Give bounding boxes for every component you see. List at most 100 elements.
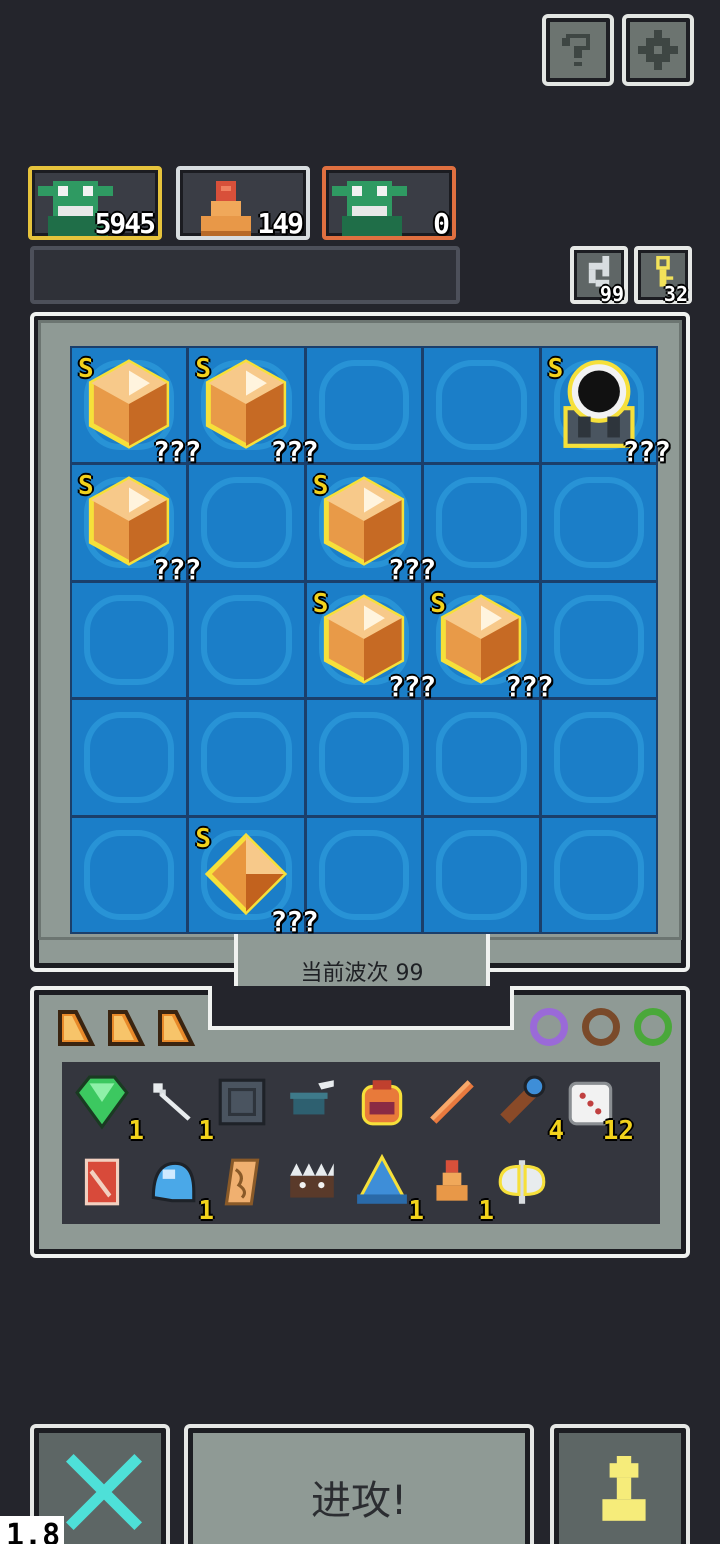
cell-pattern <box>201 712 292 803</box>
item-count: 4 <box>548 1116 564 1146</box>
triangle-token-icon[interactable] <box>106 1008 146 1048</box>
unit-quantity: ??? <box>505 670 554 704</box>
help-button[interactable] <box>542 14 614 86</box>
emerald-item[interactable]: 1 <box>74 1074 144 1146</box>
cell-pattern <box>201 594 292 686</box>
player-score: 5945 <box>94 207 156 240</box>
unit-quantity: ??? <box>152 435 202 469</box>
board-cell[interactable] <box>541 817 656 932</box>
board-cell[interactable] <box>424 465 539 580</box>
board-cell[interactable]: S??? <box>72 465 201 586</box>
board-cell[interactable]: S??? <box>306 465 436 586</box>
player-score: 149 <box>257 207 304 240</box>
wave-label: 当前波次 99 <box>300 961 424 986</box>
bone-item[interactable]: 1 <box>144 1074 214 1146</box>
settings-button[interactable] <box>622 14 694 86</box>
rank-badge: S <box>312 588 329 619</box>
item-count: 1 <box>198 1116 214 1146</box>
crystal-unit[interactable]: S??? <box>424 583 553 703</box>
telescope-icon <box>500 1075 546 1124</box>
ring-brown-icon[interactable] <box>582 1008 620 1046</box>
rank-badge: S <box>78 471 94 502</box>
banner-item[interactable] <box>74 1154 136 1216</box>
crystal-unit[interactable]: S??? <box>307 583 436 703</box>
helmet-item[interactable]: 1 <box>144 1154 214 1226</box>
board-cell[interactable] <box>541 465 656 580</box>
backpack-item[interactable] <box>354 1074 416 1136</box>
cell-pattern <box>318 829 410 920</box>
player-card-1[interactable]: 5945 <box>28 166 162 240</box>
unit-quantity: ??? <box>622 435 671 469</box>
rune-stone-item[interactable] <box>214 1074 276 1136</box>
dice-item[interactable]: 12 <box>564 1074 634 1146</box>
rank-badge: S <box>312 471 329 502</box>
board-cell[interactable] <box>424 700 539 815</box>
board-cell[interactable] <box>424 817 539 932</box>
cell-pattern <box>201 477 292 568</box>
mortar-item[interactable] <box>284 1074 346 1136</box>
player-card-3[interactable]: 0 <box>322 166 456 240</box>
board-cell[interactable] <box>306 700 422 815</box>
board-cell[interactable] <box>189 582 304 698</box>
ring-green-icon[interactable] <box>634 1008 672 1046</box>
status-bar <box>30 246 460 304</box>
board-cell[interactable] <box>424 348 539 463</box>
unit-button[interactable] <box>550 1424 690 1544</box>
key-button[interactable]: 32 <box>634 246 692 306</box>
unit-quantity: ??? <box>270 905 319 938</box>
cell-pattern <box>553 712 644 803</box>
pawn-item[interactable]: 1 <box>424 1154 494 1226</box>
board-cell[interactable] <box>72 817 187 932</box>
board-cell[interactable] <box>189 700 304 815</box>
board-cell[interactable] <box>189 465 304 580</box>
board-cell[interactable] <box>72 582 187 698</box>
board-cell[interactable]: S??? <box>189 348 319 468</box>
cell-pattern <box>553 594 644 686</box>
bone-icon <box>153 1083 191 1121</box>
unit-quantity: ??? <box>387 670 437 704</box>
emerald-icon <box>75 1075 129 1130</box>
wizard-hat-icon <box>357 1153 407 1204</box>
refresh-button[interactable]: 99 <box>570 246 628 306</box>
attack-button-label: 进攻! <box>310 1478 408 1524</box>
rank-badge: S <box>195 354 212 384</box>
scroll-item[interactable] <box>214 1154 276 1216</box>
crystal-unit[interactable]: S??? <box>72 348 201 468</box>
crystal-unit[interactable]: S??? <box>189 348 318 468</box>
backpack-icon <box>361 1080 403 1126</box>
gem-unit[interactable]: S??? <box>189 818 318 938</box>
rank-badge: S <box>547 354 564 384</box>
spike-trap-icon <box>290 1163 334 1198</box>
question-icon <box>562 34 590 66</box>
cell-pattern <box>436 712 527 803</box>
attack-button[interactable]: 进攻! <box>184 1424 534 1544</box>
board-cell[interactable]: S??? <box>306 582 436 703</box>
double-axe-item[interactable] <box>494 1154 556 1216</box>
board-cell[interactable]: S??? <box>189 817 319 938</box>
board-cell[interactable] <box>306 817 422 932</box>
inventory-notch <box>208 986 514 1030</box>
triangle-token-icon[interactable] <box>156 1008 196 1048</box>
item-count: 1 <box>408 1196 424 1226</box>
crystal-unit[interactable]: S??? <box>307 465 436 585</box>
board-cell[interactable]: S??? <box>541 348 671 468</box>
telescope-item[interactable]: 4 <box>494 1074 564 1146</box>
board-cell[interactable] <box>541 700 656 815</box>
board-cell[interactable] <box>72 700 187 815</box>
unit-quantity: ??? <box>270 435 319 469</box>
wizard-hat-item[interactable]: 1 <box>354 1153 424 1226</box>
crystal-unit[interactable]: S??? <box>72 465 201 585</box>
blackhole-unit[interactable]: S??? <box>542 348 671 468</box>
triangle-token-icon[interactable] <box>56 1008 96 1048</box>
board-cell[interactable] <box>541 582 656 698</box>
ring-purple-icon[interactable] <box>530 1008 568 1046</box>
stick-item[interactable] <box>424 1074 486 1136</box>
pawn-icon <box>602 1456 646 1521</box>
spike-trap-item[interactable] <box>284 1154 346 1216</box>
board-cell[interactable]: S??? <box>424 582 554 703</box>
board-cell[interactable]: S??? <box>72 348 201 468</box>
player-card-2[interactable]: 149 <box>176 166 310 240</box>
player-score: 0 <box>433 207 450 240</box>
rune-stone-icon <box>218 1078 266 1126</box>
board-cell[interactable] <box>306 348 422 463</box>
